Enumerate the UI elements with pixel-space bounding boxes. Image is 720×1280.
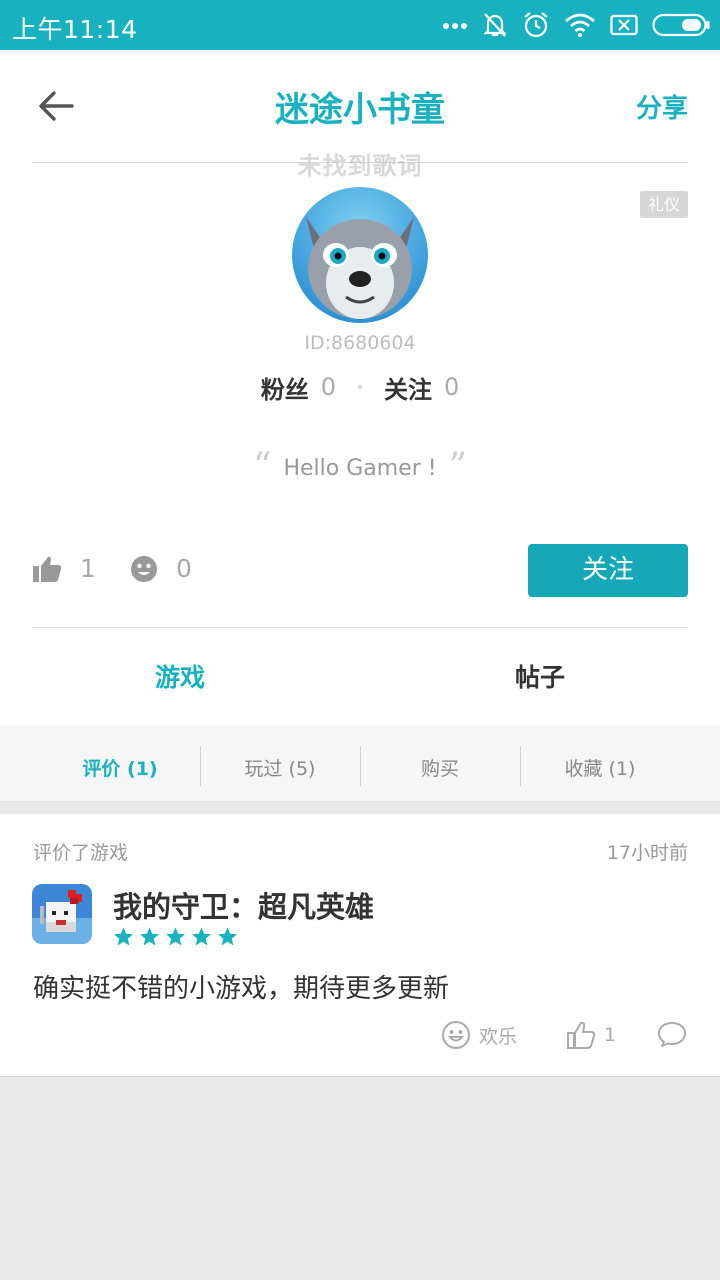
comment-button[interactable] — [657, 1020, 695, 1048]
like-count: 1 — [80, 554, 96, 583]
profile-actions: 1 0 关注 — [32, 544, 688, 598]
fans-label[interactable]: 粉丝 — [261, 370, 309, 405]
star-icon — [140, 927, 159, 946]
subtab-played[interactable]: 玩过 (5) — [200, 754, 360, 781]
status-time: 上午11:14 — [12, 15, 138, 44]
stats-separator — [358, 385, 362, 389]
lyrics-overlay-text: 未找到歌词 — [297, 152, 423, 180]
following-count[interactable]: 0 — [444, 373, 459, 401]
review-time: 17小时前 — [606, 842, 688, 864]
notifications-off-icon — [483, 13, 507, 37]
rating-stars — [113, 926, 238, 947]
wifi-icon — [565, 13, 595, 37]
close-quote-icon: ” — [448, 446, 467, 487]
open-quote-icon: “ — [253, 446, 272, 487]
avatar[interactable] — [292, 187, 428, 323]
follow-stats: 粉丝 0 关注 0 — [0, 370, 720, 404]
status-bar: 上午11:14 — [0, 0, 720, 50]
game-icon[interactable] — [32, 884, 92, 944]
user-id: ID:8680604 — [304, 332, 416, 354]
star-icon — [192, 927, 211, 946]
mood-label: 欢乐 — [479, 1025, 518, 1048]
game-cover-image — [32, 884, 92, 944]
tab-games[interactable]: 游戏 — [0, 658, 360, 694]
battery-icon — [652, 13, 710, 37]
smiley-icon — [131, 555, 157, 582]
bio: “ Hello Gamer ! ” — [0, 446, 720, 496]
like-reaction[interactable]: 1 — [32, 554, 96, 583]
more-dots-icon — [443, 23, 467, 29]
thumbs-up-outline-icon — [567, 1021, 596, 1049]
review-footer: 欢乐 1 — [0, 1018, 720, 1058]
status-icons — [442, 8, 710, 42]
review-card[interactable]: 评价了游戏 17小时前 我的守卫：超凡英雄 确实挺不错的小游戏，期待更多更新 欢… — [0, 814, 720, 1077]
tab-posts[interactable]: 帖子 — [360, 658, 720, 694]
star-icon — [166, 927, 185, 946]
review-like-count: 1 — [604, 1024, 617, 1046]
game-name[interactable]: 我的守卫：超凡英雄 — [113, 884, 374, 926]
alarm-icon — [524, 12, 548, 38]
mood-reaction[interactable]: 欢乐 — [441, 1020, 517, 1050]
subtab-purchased[interactable]: 购买 — [360, 754, 520, 781]
review-like[interactable]: 1 — [566, 1020, 616, 1050]
star-icon — [114, 927, 133, 946]
etiquette-badge[interactable]: 礼仪 — [640, 191, 688, 218]
follow-button[interactable]: 关注 — [528, 544, 688, 597]
smile-reaction[interactable]: 0 — [130, 554, 192, 583]
sim-card-off-icon — [610, 14, 638, 36]
page-title: 迷途小书童 — [275, 90, 445, 130]
subtab-reviews[interactable]: 评价 (1) — [40, 754, 200, 781]
share-button[interactable]: 分享 — [636, 88, 688, 125]
wolf-avatar-image — [292, 187, 428, 323]
profile-section: 迷途小书童 分享 未找到歌词 礼仪 ID:8680604 粉丝 0 关注 0 “… — [0, 50, 720, 773]
review-text: 确实挺不错的小游戏，期待更多更新 — [33, 974, 450, 1004]
smile-count: 0 — [176, 554, 192, 583]
thumbs-up-icon — [33, 556, 62, 582]
fans-count[interactable]: 0 — [321, 373, 336, 401]
sub-tabs: 评价 (1) 玩过 (5) 购买 收藏 (1) — [0, 726, 720, 802]
subtab-favorites[interactable]: 收藏 (1) — [520, 754, 680, 781]
star-icon — [218, 927, 237, 946]
bio-text: Hello Gamer ! — [283, 456, 437, 481]
review-action: 评价了游戏 — [33, 842, 129, 864]
following-label[interactable]: 关注 — [384, 370, 432, 405]
main-tabs: 游戏 帖子 — [0, 628, 720, 773]
happy-face-icon — [442, 1021, 470, 1049]
comment-bubble-icon — [658, 1022, 686, 1047]
